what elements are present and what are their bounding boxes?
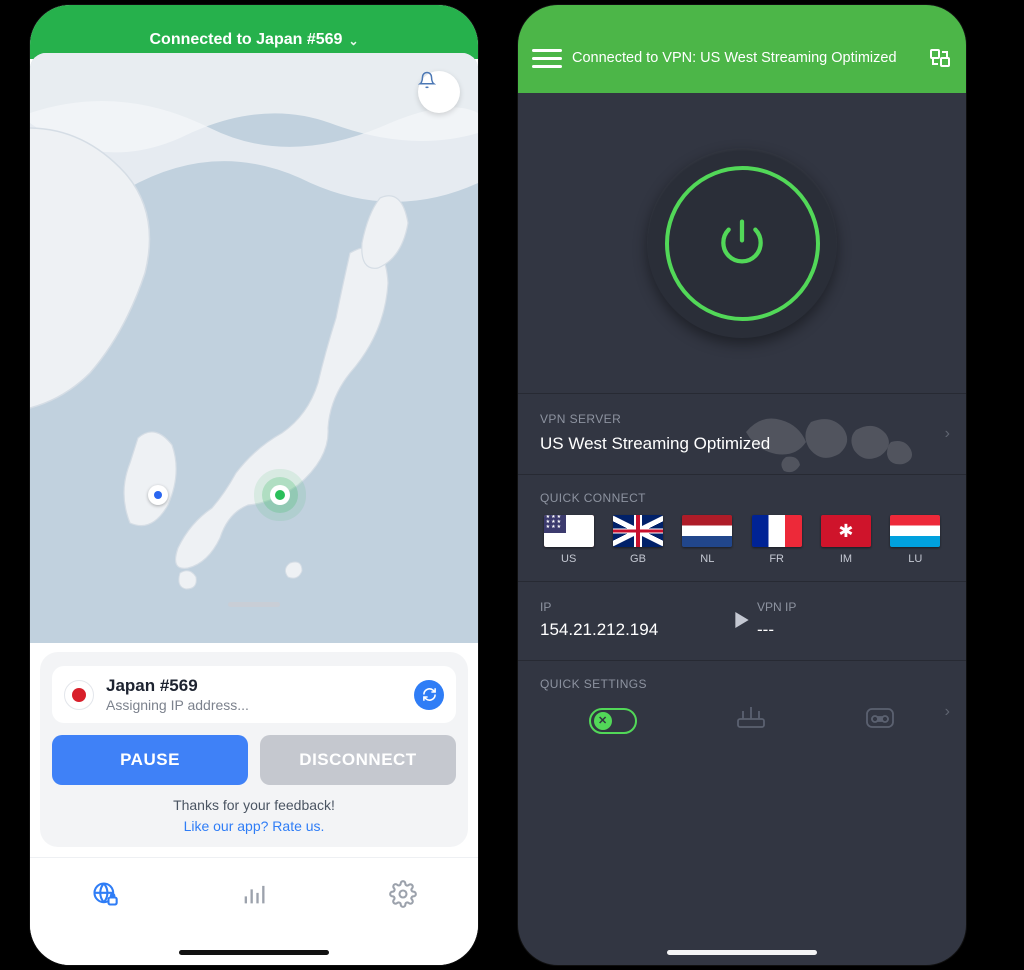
server-status: Assigning IP address...: [106, 697, 402, 713]
swap-icon[interactable]: [928, 46, 952, 70]
quick-connect-im[interactable]: IM: [817, 515, 874, 565]
globe-lock-icon: [91, 880, 119, 908]
ip-value: 154.21.212.194: [540, 620, 727, 640]
pia-screen: Connected to VPN: US West Streaming Opti…: [518, 5, 966, 965]
quick-connect-lu[interactable]: LU: [887, 515, 944, 565]
feedback-text: Thanks for your feedback! Like our app? …: [52, 795, 456, 837]
connection-status-header[interactable]: Connected to Japan #569 ⌄: [30, 5, 478, 59]
notifications-button[interactable]: [418, 71, 460, 113]
flag-gb-icon: [613, 515, 663, 547]
privacy-icon[interactable]: [865, 705, 895, 736]
rate-us-link[interactable]: Like our app? Rate us.: [52, 816, 456, 837]
killswitch-toggle[interactable]: [589, 708, 637, 734]
flag-fr-icon: [752, 515, 802, 547]
quick-connect-fr[interactable]: FR: [748, 515, 805, 565]
flag-nl-icon: [682, 515, 732, 547]
quick-settings-label: QUICK SETTINGS: [540, 677, 944, 691]
quick-connect-label: NL: [679, 553, 736, 565]
pause-button[interactable]: PAUSE: [52, 735, 248, 785]
quick-settings-section: › QUICK SETTINGS: [518, 660, 966, 762]
power-icon: [710, 211, 774, 275]
map-pin-japan-active[interactable]: [270, 485, 290, 505]
ip-arrow-icon: [727, 612, 757, 628]
quick-connect-label: QUICK CONNECT: [540, 491, 944, 505]
vpn-ip-value: ---: [757, 620, 944, 640]
nav-home[interactable]: [91, 880, 119, 913]
vpn-server-section[interactable]: VPN SERVER US West Streaming Optimized ›: [518, 393, 966, 474]
server-row[interactable]: Japan #569 Assigning IP address...: [52, 666, 456, 723]
vpn-server-label: VPN SERVER: [540, 412, 944, 426]
vpn-server-name: US West Streaming Optimized: [540, 434, 944, 454]
connection-status-text: Connected to Japan #569: [149, 31, 342, 49]
power-button[interactable]: [647, 148, 837, 338]
menu-button[interactable]: [532, 49, 562, 68]
bell-icon: [418, 71, 436, 89]
quick-connect-label: FR: [748, 553, 805, 565]
quick-connect-nl[interactable]: NL: [679, 515, 736, 565]
ip-label: IP: [540, 600, 727, 614]
nav-settings[interactable]: [389, 880, 417, 913]
quick-connect-label: GB: [609, 553, 666, 565]
quick-connect-us[interactable]: US: [540, 515, 597, 565]
power-section: [518, 93, 966, 393]
quick-connect-section: QUICK CONNECT US GB NL FR IM LU: [518, 474, 966, 581]
connection-card: Japan #569 Assigning IP address... PAUSE…: [40, 652, 468, 847]
chevron-right-icon[interactable]: ›: [945, 703, 950, 721]
chevron-right-icon: ›: [945, 425, 950, 443]
bars-icon: [240, 880, 268, 908]
home-indicator[interactable]: [667, 950, 817, 955]
network-icon[interactable]: [734, 705, 768, 736]
drag-handle[interactable]: [228, 602, 280, 607]
refresh-icon: [422, 687, 437, 702]
nordvpn-screen: Connected to Japan #569 ⌄: [30, 5, 478, 965]
feedback-line1: Thanks for your feedback!: [52, 795, 456, 816]
bottom-nav: [30, 857, 478, 965]
quick-connect-label: US: [540, 553, 597, 565]
chevron-down-icon: ⌄: [348, 34, 358, 48]
gear-icon: [389, 880, 417, 908]
nav-stats[interactable]: [240, 880, 268, 913]
quick-connect-label: IM: [817, 553, 874, 565]
flag-us-icon: [544, 515, 594, 547]
map-pin-korea[interactable]: [148, 485, 168, 505]
ip-section: IP 154.21.212.194 VPN IP ---: [518, 581, 966, 660]
refresh-button[interactable]: [414, 680, 444, 710]
disconnect-button[interactable]: DISCONNECT: [260, 735, 456, 785]
quick-connect-gb[interactable]: GB: [609, 515, 666, 565]
server-map[interactable]: [30, 53, 478, 643]
home-indicator[interactable]: [179, 950, 329, 955]
server-name: Japan #569: [106, 676, 402, 696]
flag-im-icon: [821, 515, 871, 547]
pia-header: Connected to VPN: US West Streaming Opti…: [518, 5, 966, 93]
connection-status-text: Connected to VPN: US West Streaming Opti…: [572, 50, 918, 66]
flag-lu-icon: [890, 515, 940, 547]
vpn-ip-label: VPN IP: [757, 600, 944, 614]
map-svg: [30, 53, 478, 643]
japan-flag-icon: [64, 680, 94, 710]
quick-connect-label: LU: [887, 553, 944, 565]
